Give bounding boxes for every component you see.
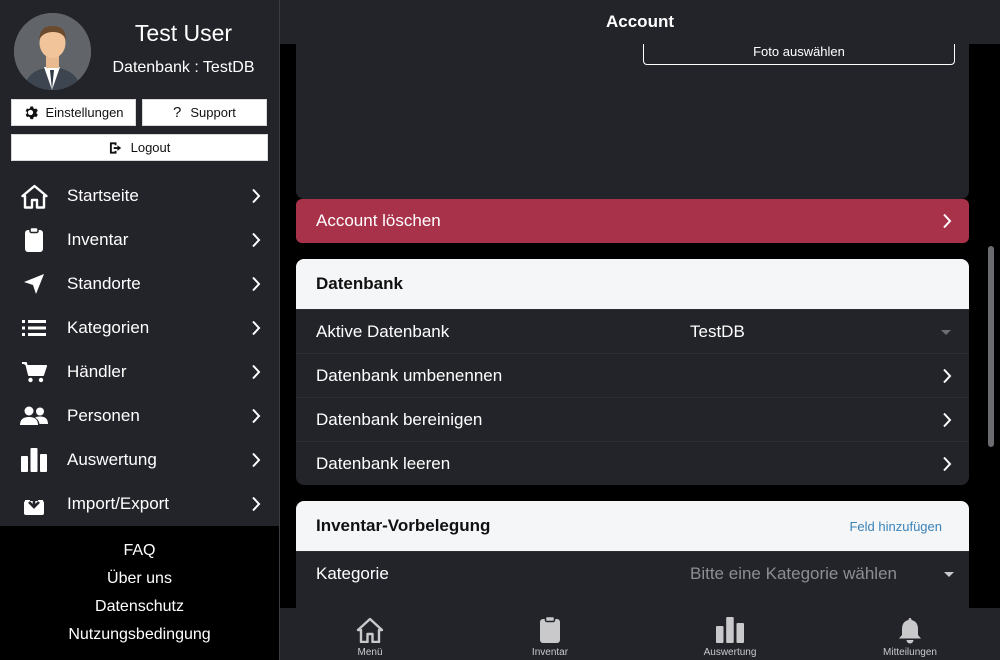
- tab-auswertung[interactable]: Auswertung: [640, 608, 820, 660]
- settings-button[interactable]: Einstellungen: [11, 99, 136, 126]
- logout-button[interactable]: Logout: [11, 134, 268, 161]
- category-label: Kategorie: [316, 563, 389, 583]
- chevron-right-icon: [251, 188, 261, 209]
- chevron-right-icon: [251, 232, 261, 253]
- tab-label: Mitteilungen: [883, 647, 937, 658]
- bell-icon: [896, 615, 924, 645]
- tab-inventar[interactable]: Inventar: [460, 608, 640, 660]
- sidebar-item-kategorien[interactable]: Kategorien: [0, 306, 279, 350]
- sidebar-item-label: Kategorien: [67, 318, 150, 337]
- cleanup-database-label: Datenbank bereinigen: [316, 409, 483, 429]
- active-database-value: TestDB: [690, 321, 745, 341]
- chart-icon: [20, 447, 48, 473]
- sidebar-item-label: Auswertung: [67, 450, 157, 469]
- caret-down-icon: [944, 572, 954, 577]
- logout-button-label: Logout: [130, 140, 171, 155]
- empty-database-label: Datenbank leeren: [316, 453, 451, 473]
- chevron-right-icon: [251, 320, 261, 341]
- location-arrow-icon: [20, 271, 48, 297]
- sidebar-item-label: Personen: [67, 406, 140, 425]
- home-icon: [20, 183, 48, 209]
- tab-mitteilungen[interactable]: Mitteilungen: [820, 608, 1000, 660]
- clipboard-icon: [20, 227, 48, 253]
- profile-header: Test User Datenbank : TestDB: [0, 0, 279, 92]
- chevron-right-icon: [251, 276, 261, 297]
- bottom-tab-bar: Menü Inventar Auswertung Mitteilungen: [280, 608, 1000, 660]
- clipboard-icon: [536, 615, 564, 645]
- account-content[interactable]: Foto auswählen Account löschen Datenbank…: [280, 44, 1000, 608]
- database-section-title: Datenbank: [296, 259, 969, 309]
- chevron-right-icon: [942, 368, 952, 389]
- choose-photo-button[interactable]: Foto auswählen: [643, 44, 955, 65]
- tab-label: Inventar: [531, 647, 569, 658]
- gear-icon: [26, 106, 39, 120]
- sidebar-item-label: Inventar: [67, 230, 129, 249]
- avatar: [14, 13, 91, 90]
- chevron-right-icon: [942, 412, 952, 433]
- sidebar-item-auswertung[interactable]: Auswertung: [0, 438, 279, 482]
- sidebar-item-label: Händler: [67, 362, 127, 381]
- sidebar-item-label: Standorte: [67, 274, 141, 293]
- sidebar-item-label: Startseite: [67, 186, 139, 205]
- download-icon: [20, 491, 48, 517]
- sidebar-item-label: Import/Export: [67, 494, 170, 513]
- inventory-defaults-title: Inventar-Vorbelegung: [316, 516, 491, 535]
- inventory-defaults-section: Inventar-Vorbelegung Feld hinzufügen Kat…: [296, 501, 969, 608]
- active-database-select[interactable]: Aktive Datenbank TestDB: [296, 309, 969, 353]
- cart-icon: [20, 359, 48, 385]
- category-placeholder: Bitte eine Kategorie wählen: [690, 563, 897, 583]
- settings-button-label: Einstellungen: [45, 105, 124, 120]
- sidebar-item-personen[interactable]: Personen: [0, 394, 279, 438]
- chevron-right-icon: [942, 213, 952, 234]
- question-icon: ?: [173, 104, 182, 121]
- sidebar-item-import-export[interactable]: Import/Export: [0, 482, 279, 526]
- users-icon: [20, 403, 48, 429]
- privacy-link[interactable]: Datenschutz: [0, 593, 279, 621]
- rename-database-row[interactable]: Datenbank umbenennen: [296, 353, 969, 397]
- list-icon: [20, 315, 48, 341]
- terms-link[interactable]: Nutzungsbedingung: [0, 621, 279, 649]
- logout-icon: [109, 141, 121, 154]
- home-icon: [356, 615, 384, 645]
- support-button-label: Support: [190, 105, 236, 120]
- empty-database-row[interactable]: Datenbank leeren: [296, 441, 969, 485]
- user-name: Test User: [134, 20, 233, 46]
- database-section: Datenbank Aktive Datenbank TestDB Datenb…: [296, 259, 969, 485]
- tab-label: Auswertung: [703, 647, 757, 658]
- category-select[interactable]: Kategorie Bitte eine Kategorie wählen: [296, 551, 969, 595]
- chart-icon: [716, 615, 744, 645]
- support-button[interactable]: ? Support: [142, 99, 267, 126]
- sidebar-item-startseite[interactable]: Startseite: [0, 174, 279, 218]
- delete-account-button[interactable]: Account löschen: [296, 199, 969, 243]
- profile-photo-card: Foto auswählen: [296, 44, 969, 199]
- chevron-right-icon: [251, 452, 261, 473]
- sidebar: Test User Datenbank : TestDB Einstellung…: [0, 0, 279, 660]
- cleanup-database-row[interactable]: Datenbank bereinigen: [296, 397, 969, 441]
- about-link[interactable]: Über uns: [0, 565, 279, 593]
- rename-database-label: Datenbank umbenennen: [316, 365, 503, 385]
- faq-link[interactable]: FAQ: [0, 537, 279, 565]
- content-scrollbar[interactable]: [988, 246, 994, 447]
- chevron-right-icon: [942, 456, 952, 477]
- page-title: Account: [280, 0, 1000, 44]
- inventory-defaults-header: Inventar-Vorbelegung Feld hinzufügen: [296, 501, 969, 551]
- tab-menu[interactable]: Menü: [280, 608, 460, 660]
- sidebar-item-standorte[interactable]: Standorte: [0, 262, 279, 306]
- chevron-right-icon: [251, 364, 261, 385]
- chevron-right-icon: [251, 408, 261, 429]
- sidebar-nav: Startseite Inventar Standorte Kategorien: [0, 174, 279, 526]
- sidebar-item-inventar[interactable]: Inventar: [0, 218, 279, 262]
- tab-label: Menü: [357, 647, 383, 658]
- caret-down-icon: [941, 330, 951, 335]
- sidebar-footer-links: FAQ Über uns Datenschutz Nutzungsbedingu…: [0, 526, 279, 660]
- chevron-right-icon: [251, 496, 261, 517]
- add-field-link[interactable]: Feld hinzufügen: [849, 519, 942, 534]
- current-database-label: Datenbank : TestDB: [112, 59, 255, 76]
- sidebar-item-haendler[interactable]: Händler: [0, 350, 279, 394]
- active-database-label: Aktive Datenbank: [316, 321, 450, 341]
- delete-account-label: Account löschen: [316, 211, 441, 230]
